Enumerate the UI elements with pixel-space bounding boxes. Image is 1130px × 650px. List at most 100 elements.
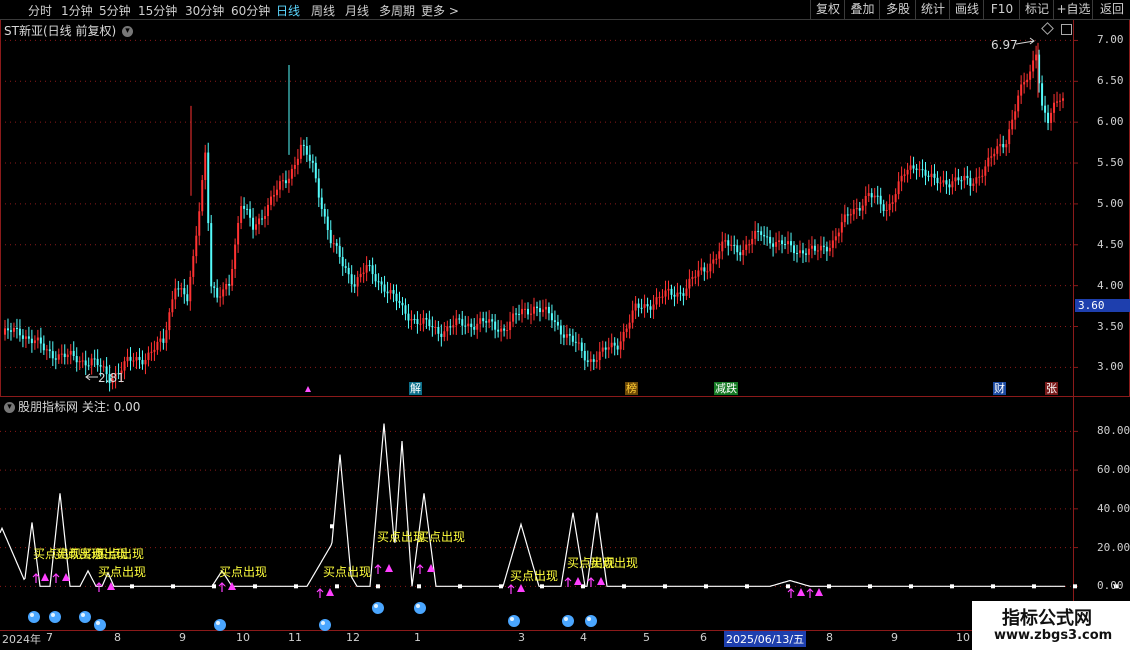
- baseline-marker: [909, 584, 913, 589]
- baseline-marker: [130, 584, 134, 589]
- blue-ball-icon: [414, 602, 426, 614]
- watermark-box: 指标公式网 www.zbgs3.com: [972, 601, 1130, 650]
- period-tab-6[interactable]: 日线: [276, 2, 300, 19]
- blue-ball-icon: [28, 611, 40, 623]
- baseline-marker: [991, 584, 995, 589]
- baseline-marker: [171, 584, 175, 589]
- buy-arrow-icon: [787, 588, 795, 598]
- toolbar-button-1[interactable]: 叠加: [844, 0, 880, 19]
- panel-close-icon[interactable]: [1061, 24, 1072, 35]
- price-tick-label: 3.50: [1097, 319, 1124, 333]
- period-tab-8[interactable]: 月线: [345, 2, 369, 19]
- period-tab-5[interactable]: 60分钟: [231, 2, 270, 19]
- baseline-marker: [458, 584, 462, 589]
- buy-triangle-icon: [62, 573, 70, 581]
- blue-ball-highlight: [564, 617, 568, 621]
- chevron-down-icon[interactable]: ▾: [4, 402, 15, 413]
- toolbar-button-7[interactable]: +自选: [1053, 0, 1093, 19]
- event-marker-3[interactable]: 财: [993, 382, 1006, 395]
- baseline-marker: [868, 584, 872, 589]
- date-axis-label: 7: [46, 631, 53, 644]
- indicator-separator: [0, 396, 1130, 397]
- period-tab-1[interactable]: 1分钟: [61, 2, 93, 19]
- blue-ball-icon: [372, 602, 384, 614]
- baseline-marker: [540, 584, 544, 589]
- buy-arrow-icon: [416, 564, 424, 574]
- baseline-marker: [786, 584, 790, 589]
- buy-triangle-icon: [41, 573, 49, 581]
- toolbar-button-6[interactable]: 标记: [1019, 0, 1054, 19]
- price-tick-label: 6.50: [1097, 74, 1124, 88]
- toolbar-button-5[interactable]: F10: [983, 0, 1020, 19]
- blue-ball-highlight: [96, 621, 100, 625]
- toolbar-button-3[interactable]: 统计: [915, 0, 950, 19]
- baseline-marker: [330, 524, 334, 529]
- blue-ball-icon: [79, 611, 91, 623]
- buy-triangle-icon: [427, 564, 435, 572]
- event-marker-0[interactable]: 解: [409, 382, 422, 395]
- indicator-tick-label: 0.00: [1097, 579, 1124, 593]
- price-tick-label: 5.50: [1097, 156, 1124, 170]
- blue-ball-icon: [562, 615, 574, 627]
- buy-arrow-icon: [564, 577, 572, 587]
- main-chart-title: ST新亚(日线 前复权) ▾: [4, 22, 133, 39]
- buy-arrow-icon: [316, 588, 324, 598]
- buy-signal-label: 买点出现: [96, 547, 145, 561]
- price-tick-label: 3.00: [1097, 360, 1124, 374]
- buy-triangle-icon: [107, 582, 115, 590]
- baseline-marker: [376, 584, 380, 589]
- baseline-marker: [745, 584, 749, 589]
- blue-ball-highlight: [30, 613, 34, 617]
- buy-signal-label: 买点出现: [98, 565, 147, 579]
- buy-arrow-icon: [32, 573, 40, 583]
- buy-triangle-icon: [228, 582, 236, 590]
- current-price-tag: 3.60: [1075, 299, 1130, 312]
- period-tab-7[interactable]: 周线: [311, 2, 335, 19]
- indicator-tick-label: 20.00: [1097, 540, 1130, 554]
- period-tab-2[interactable]: 5分钟: [99, 2, 131, 19]
- price-tick-label: 5.00: [1097, 196, 1124, 210]
- main-axis-divider: [1073, 20, 1074, 650]
- period-tab-0[interactable]: 分时: [28, 2, 52, 19]
- buy-triangle-icon: [797, 588, 805, 596]
- buy-signal-label: 买点出现: [510, 569, 559, 583]
- date-axis-separator: [0, 630, 1074, 631]
- toolbar-button-4[interactable]: 画线: [949, 0, 984, 19]
- buy-signal-label: 买点出现: [219, 565, 268, 579]
- watermark-url: www.zbgs3.com: [994, 628, 1113, 643]
- high-price-label: 6.97: [991, 38, 1018, 52]
- toolbar-button-0[interactable]: 复权: [810, 0, 845, 19]
- period-tab-10[interactable]: 更多 >: [421, 2, 459, 19]
- indicator-tick-label: 60.00: [1097, 463, 1130, 477]
- date-axis-label: 2025/06/13/五: [724, 631, 807, 647]
- date-axis-label: 4: [580, 631, 587, 644]
- blue-ball-icon: [508, 615, 520, 627]
- baseline-marker: [212, 584, 216, 589]
- date-axis-label: 10: [236, 631, 250, 644]
- period-tab-3[interactable]: 15分钟: [138, 2, 177, 19]
- period-tab-4[interactable]: 30分钟: [185, 2, 224, 19]
- toolbar-button-8[interactable]: 返回: [1092, 0, 1130, 19]
- baseline-marker: [622, 584, 626, 589]
- buy-triangle-icon: [815, 588, 823, 596]
- event-marker-4[interactable]: 张: [1045, 382, 1058, 395]
- baseline-marker: [950, 584, 954, 589]
- toolbar-button-2[interactable]: 多股: [879, 0, 916, 19]
- baseline-marker: [827, 584, 831, 589]
- chevron-down-icon[interactable]: ▾: [121, 26, 133, 37]
- event-marker-2[interactable]: 减跌: [714, 382, 738, 395]
- blue-ball-icon: [585, 615, 597, 627]
- buy-triangle-icon: [385, 564, 393, 572]
- blue-ball-highlight: [51, 613, 55, 617]
- buy-arrow-icon: [587, 577, 595, 587]
- date-axis-label: 1: [414, 631, 421, 644]
- event-marker-1[interactable]: 榜: [625, 382, 638, 395]
- date-axis-label: 9: [179, 631, 186, 644]
- blue-ball-highlight: [216, 621, 220, 625]
- buy-signal-label: 买点出现: [590, 556, 639, 570]
- baseline-marker: [1032, 584, 1036, 589]
- period-tab-9[interactable]: 多周期: [379, 2, 415, 19]
- buy-triangle-icon: [574, 577, 582, 585]
- baseline-marker: [499, 584, 503, 589]
- buy-signal-label: 买点出现: [417, 530, 466, 544]
